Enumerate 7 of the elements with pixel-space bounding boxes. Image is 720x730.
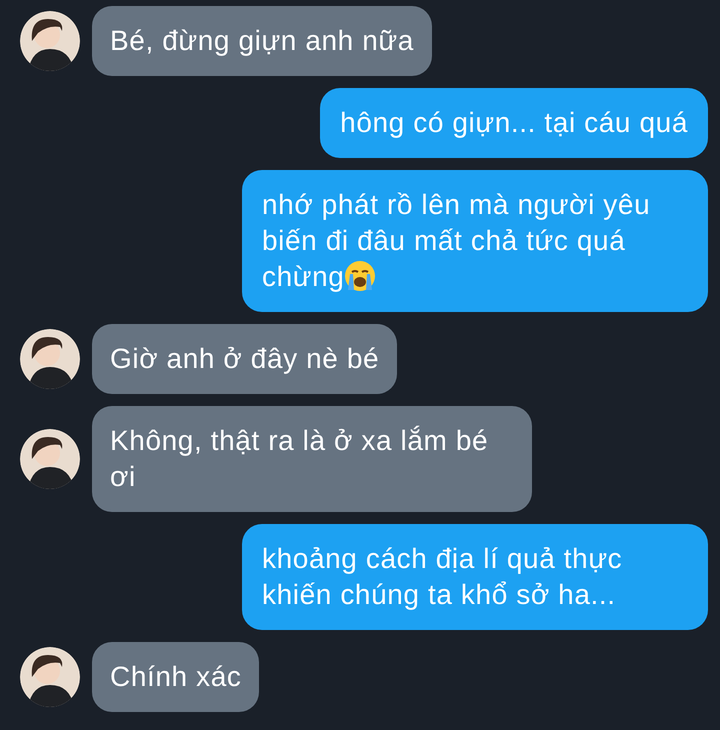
message-bubble: Chính xác <box>92 642 260 712</box>
message-bubble: Bé, đừng giựn anh nữa <box>92 6 432 76</box>
message-bubble: Không, thật ra là ở xa lắm bé ơi <box>92 406 532 512</box>
message-bubble: khoảng cách địa lí quả thực khiến chúng ta khổ sở ha... <box>242 524 708 630</box>
message-bubble: hông có giựn... tại cáu quá <box>320 88 708 158</box>
message-bubble: Giờ anh ở đây nè bé <box>92 324 398 394</box>
message-bubble: nhớ phát rồ lên mà người yêu biến đi đâu mất chả tức quá chừng <box>242 170 708 312</box>
